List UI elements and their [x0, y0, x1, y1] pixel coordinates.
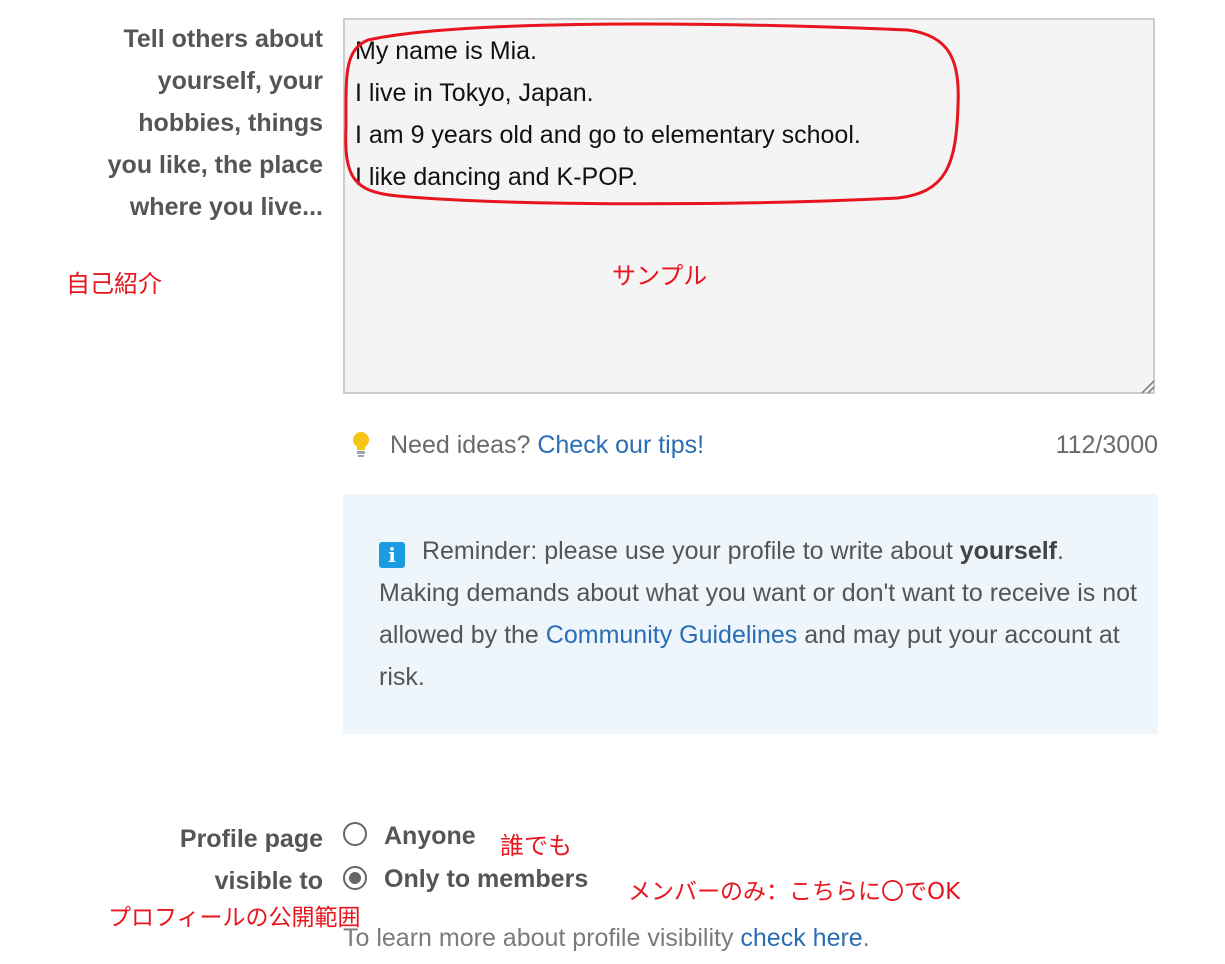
learn-more-line: To learn more about profile visibility c… — [343, 922, 870, 954]
members-only-radio[interactable] — [343, 866, 367, 890]
about-label-line: hobbies, things — [138, 109, 323, 137]
textarea-line: I am 9 years old and go to elementary sc… — [355, 121, 861, 149]
about-label-line: yourself, your — [157, 67, 323, 95]
visibility-label-line: visible to — [214, 867, 323, 895]
anyone-radio[interactable] — [343, 822, 367, 846]
anyone-option-label[interactable]: Anyone — [384, 822, 476, 851]
reminder-text-before: Reminder: please use your profile to wri… — [415, 537, 960, 565]
about-field-label: Tell others about yourself, your hobbies… — [60, 18, 323, 228]
tips-line: Need ideas? Check our tips! — [390, 428, 704, 462]
about-textarea-content[interactable]: My name is Mia. I live in Tokyo, Japan. … — [355, 30, 861, 198]
visibility-label-line: Profile page — [179, 825, 323, 853]
textarea-line: I like dancing and K-POP. — [355, 163, 639, 191]
self-introduction-annotation: 自己紹介 — [66, 270, 162, 298]
members-only-option-label[interactable]: Only to members — [384, 865, 588, 894]
info-icon: i — [379, 542, 405, 568]
character-counter: 112/3000 — [1055, 431, 1158, 459]
check-here-link[interactable]: check here — [740, 924, 862, 952]
visibility-field-label: Profile page visible to — [60, 818, 323, 902]
about-label-line: where you live... — [129, 193, 323, 221]
about-label-line: you like, the place — [107, 151, 323, 179]
members-only-annotation: メンバーのみ：こちらに〇でOK — [628, 879, 961, 905]
learn-more-suffix: . — [862, 924, 870, 952]
sample-annotation: サンプル — [612, 262, 708, 290]
reminder-text: i Reminder: please use your profile to w… — [379, 530, 1139, 698]
radio-selected-dot — [349, 872, 361, 884]
lightbulb-icon — [353, 432, 369, 457]
community-guidelines-link[interactable]: Community Guidelines — [546, 621, 798, 649]
textarea-line: My name is Mia. — [355, 37, 537, 65]
about-label-line: Tell others about — [123, 25, 323, 53]
check-tips-link[interactable]: Check our tips! — [537, 431, 704, 459]
anyone-annotation: 誰でも — [500, 832, 572, 860]
resize-handle-icon[interactable] — [1139, 378, 1155, 394]
reminder-bold: yourself — [959, 537, 1057, 565]
textarea-line: I live in Tokyo, Japan. — [355, 79, 594, 107]
learn-more-prefix: To learn more about profile visibility — [343, 924, 741, 952]
tips-prefix: Need ideas? — [390, 431, 538, 459]
profile-visibility-annotation: プロフィールの公開範囲 — [108, 905, 361, 931]
